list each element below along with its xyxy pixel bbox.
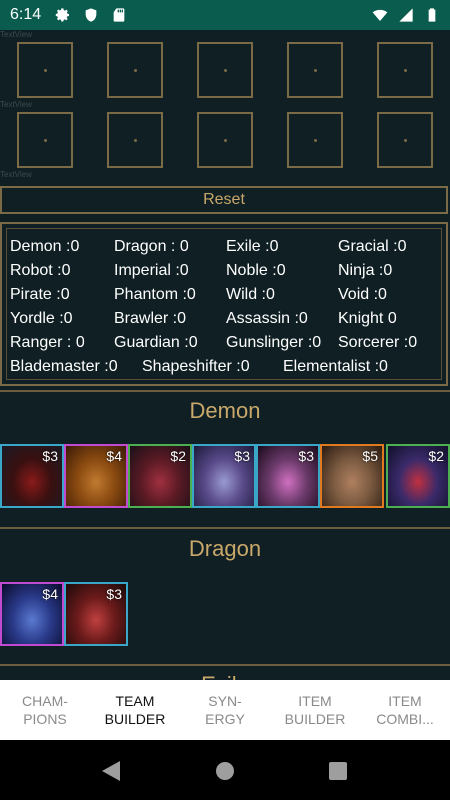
synergy-count: Guardian :0 xyxy=(114,334,198,351)
team-slot[interactable] xyxy=(17,112,73,168)
recents-icon[interactable] xyxy=(327,760,349,782)
team-slot-row-2 xyxy=(0,112,450,172)
synergy-count: Imperial :0 xyxy=(114,262,189,279)
synergy-count: Assassin :0 xyxy=(226,310,308,327)
debug-label: TextView xyxy=(0,100,32,109)
synergy-count: Gunslinger :0 xyxy=(226,334,322,351)
gear-icon xyxy=(55,8,70,22)
champion-cost: $3 xyxy=(298,448,314,464)
champion-cost: $2 xyxy=(428,448,444,464)
champion-cost: $3 xyxy=(234,448,250,464)
debug-label: TextView xyxy=(0,170,32,179)
section-divider xyxy=(0,527,450,529)
synergy-count: Yordle :0 xyxy=(10,310,73,327)
tab-team-builder[interactable]: TEAM BUILDER xyxy=(90,680,180,740)
synergy-count: Gracial :0 xyxy=(338,238,407,255)
system-navigation-bar xyxy=(0,740,450,800)
bottom-navigation: CHAM- PIONS TEAM BUILDER SYN- ERGY ITEM … xyxy=(0,680,450,740)
team-slot[interactable] xyxy=(197,42,253,98)
sd-card-icon xyxy=(113,8,125,22)
champion-card[interactable]: $4 xyxy=(0,582,64,646)
team-slot[interactable] xyxy=(107,42,163,98)
status-bar: 6:14 xyxy=(0,0,450,30)
team-slot-row-1 xyxy=(0,42,450,102)
section-divider xyxy=(0,390,450,392)
synergy-count: Blademaster :0 xyxy=(10,358,118,375)
debug-label: TextView xyxy=(0,30,32,39)
synergy-count: Robot :0 xyxy=(10,262,71,279)
synergy-count: Sorcerer :0 xyxy=(338,334,418,351)
synergy-count: Demon :0 xyxy=(10,238,80,255)
synergy-count: Exile :0 xyxy=(226,238,279,255)
wifi-icon xyxy=(372,9,388,21)
tab-item-combinations[interactable]: ITEM COMBI... xyxy=(360,680,450,740)
synergy-count: Void :0 xyxy=(338,286,387,303)
reset-button[interactable]: Reset xyxy=(0,186,448,214)
tab-item-builder[interactable]: ITEM BUILDER xyxy=(270,680,360,740)
signal-icon xyxy=(399,8,413,22)
synergy-count: Shapeshifter :0 xyxy=(142,358,250,375)
shield-icon xyxy=(85,8,97,22)
champion-card[interactable]: $2 xyxy=(386,444,450,508)
team-slot[interactable] xyxy=(377,42,433,98)
synergy-count: Noble :0 xyxy=(226,262,286,279)
team-builder-content[interactable]: TextView TextView TextView Reset Demon :… xyxy=(0,30,450,680)
synergy-count: Elementalist :0 xyxy=(283,358,388,375)
champion-card[interactable]: $3 xyxy=(192,444,256,508)
team-slot[interactable] xyxy=(377,112,433,168)
team-slot[interactable] xyxy=(197,112,253,168)
status-time: 6:14 xyxy=(10,6,42,23)
champion-cost: $3 xyxy=(106,586,122,602)
team-slot[interactable] xyxy=(17,42,73,98)
synergy-count: Pirate :0 xyxy=(10,286,70,303)
champion-card[interactable]: $2 xyxy=(128,444,192,508)
team-slot[interactable] xyxy=(287,42,343,98)
synergy-count: Wild :0 xyxy=(226,286,275,303)
champion-card[interactable]: $3 xyxy=(0,444,64,508)
champion-cost: $5 xyxy=(362,448,378,464)
synergy-summary: Demon :0 Dragon : 0 Exile :0 Gracial :0 … xyxy=(0,222,448,386)
team-slot[interactable] xyxy=(107,112,163,168)
champion-card[interactable]: $5 xyxy=(320,444,384,508)
synergy-count: Dragon : 0 xyxy=(114,238,189,255)
champion-cost: $2 xyxy=(170,448,186,464)
champion-card[interactable]: $3 xyxy=(256,444,320,508)
champion-cost: $4 xyxy=(42,586,58,602)
tab-champions[interactable]: CHAM- PIONS xyxy=(0,680,90,740)
section-divider xyxy=(0,664,450,666)
synergy-count: Brawler :0 xyxy=(114,310,187,327)
synergy-count: Knight 0 xyxy=(338,310,397,327)
synergy-count: Phantom :0 xyxy=(114,286,196,303)
home-icon[interactable] xyxy=(214,760,236,782)
team-slot[interactable] xyxy=(287,112,343,168)
synergy-count: Ninja :0 xyxy=(338,262,393,279)
tab-synergy[interactable]: SYN- ERGY xyxy=(180,680,270,740)
back-icon[interactable] xyxy=(100,760,122,782)
champion-cost: $3 xyxy=(42,448,58,464)
section-title-dragon: Dragon xyxy=(188,536,262,561)
champion-card[interactable]: $3 xyxy=(64,582,128,646)
synergy-count: Ranger : 0 xyxy=(10,334,85,351)
battery-icon xyxy=(428,8,436,22)
champion-cost: $4 xyxy=(106,448,122,464)
champion-card[interactable]: $4 xyxy=(64,444,128,508)
section-title-demon: Demon xyxy=(189,398,261,423)
section-title-exile: Exile xyxy=(0,672,450,680)
